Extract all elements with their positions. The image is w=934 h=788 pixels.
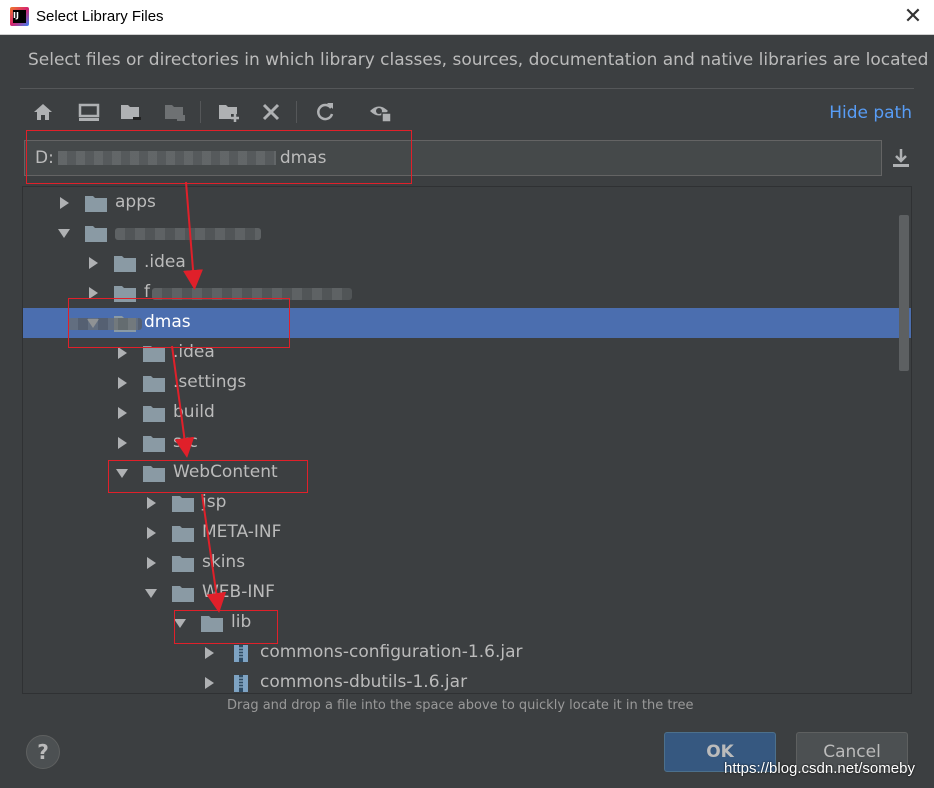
- tree-scrollbar[interactable]: [899, 215, 909, 371]
- toolbar-separator: [200, 101, 201, 123]
- home-button[interactable]: [30, 99, 56, 125]
- tree-row-jar[interactable]: commons-dbutils-1.6.jar: [23, 668, 911, 693]
- annotation-box-project: [68, 298, 290, 348]
- tree-row-folder[interactable]: META-INF: [23, 518, 911, 548]
- project-button[interactable]: [118, 99, 144, 125]
- desktop-icon: [78, 103, 100, 121]
- folder-icon: [85, 196, 107, 212]
- tree-row-folder[interactable]: build: [23, 398, 911, 428]
- collapsed-arrow-icon[interactable]: [57, 196, 71, 210]
- jar-archive-icon: [234, 675, 248, 692]
- tree-row-folder[interactable]: src: [23, 428, 911, 458]
- annotation-box-lib: [174, 610, 278, 644]
- collapsed-arrow-icon[interactable]: [115, 406, 129, 420]
- divider: [20, 88, 914, 89]
- refresh-button[interactable]: [312, 99, 338, 125]
- folder-icon: [85, 226, 107, 242]
- tree-item-label: src: [173, 432, 198, 452]
- collapsed-arrow-icon[interactable]: [86, 256, 100, 270]
- refresh-icon: [317, 103, 334, 121]
- tree-item-label: apps: [115, 192, 156, 212]
- folder-icon: [172, 556, 194, 572]
- watermark: https://blog.csdn.net/someby: [724, 760, 915, 777]
- jar-archive-icon: [234, 645, 248, 662]
- folder-icon: [172, 586, 194, 602]
- module-folder-icon: [165, 105, 185, 121]
- tree-row-folder[interactable]: .idea: [23, 248, 911, 278]
- tree-row-folder[interactable]: .settings: [23, 368, 911, 398]
- tree-row-folder[interactable]: apps: [23, 188, 911, 218]
- new-folder-icon: [219, 105, 239, 122]
- close-button[interactable]: ✕: [900, 4, 926, 30]
- window-title: Select Library Files: [36, 8, 164, 25]
- drag-drop-hint: Drag and drop a file into the space abov…: [227, 698, 694, 713]
- annotation-box-path: [26, 130, 412, 184]
- tree-row-folder[interactable]: [23, 218, 911, 248]
- tree-item-label: WEB-INF: [202, 582, 275, 602]
- toolbar-separator: [296, 101, 297, 123]
- tree-item-label: commons-dbutils-1.6.jar: [260, 672, 468, 692]
- delete-button[interactable]: [258, 99, 284, 125]
- module-button[interactable]: [162, 99, 188, 125]
- tree-row-folder[interactable]: WEB-INF: [23, 578, 911, 608]
- tree-item-label: jsp: [202, 492, 227, 512]
- dialog-description: Select files or directories in which lib…: [28, 50, 929, 70]
- new-folder-button[interactable]: [216, 99, 242, 125]
- show-hidden-button[interactable]: [368, 99, 394, 125]
- tree-item-label: build: [173, 402, 215, 422]
- hide-path-link[interactable]: Hide path: [829, 103, 912, 123]
- collapsed-arrow-icon[interactable]: [144, 526, 158, 540]
- tree-row-folder[interactable]: lib: [23, 608, 911, 638]
- file-tree[interactable]: commons-dbutils-1.6.jar commons-configura…: [22, 186, 912, 694]
- tree-item-label: META-INF: [202, 522, 282, 542]
- tree-item-label: skins: [202, 552, 246, 572]
- collapsed-arrow-icon[interactable]: [115, 436, 129, 450]
- folder-icon: [143, 406, 165, 422]
- tree-item-label: .settings: [173, 372, 247, 392]
- expanded-arrow-icon[interactable]: [144, 586, 158, 600]
- folder-icon: [143, 436, 165, 452]
- redacted-name: [115, 228, 261, 240]
- delete-icon: [262, 103, 280, 121]
- download-icon[interactable]: [890, 146, 912, 170]
- folder-icon: [114, 256, 136, 272]
- collapsed-arrow-icon[interactable]: [115, 346, 129, 360]
- desktop-button[interactable]: [76, 99, 102, 125]
- collapsed-arrow-icon[interactable]: [144, 556, 158, 570]
- expanded-arrow-icon[interactable]: [57, 226, 71, 240]
- tree-item-label: .idea: [144, 252, 186, 272]
- tree-row-jar[interactable]: commons-configuration-1.6.jar: [23, 638, 911, 668]
- collapsed-arrow-icon[interactable]: [115, 376, 129, 390]
- title-bar: Select Library Files ✕: [0, 0, 934, 35]
- tree-row-folder[interactable]: skins: [23, 548, 911, 578]
- home-icon: [34, 104, 52, 120]
- collapsed-arrow-icon[interactable]: [202, 646, 216, 660]
- folder-icon: [172, 526, 194, 542]
- project-folder-icon: [121, 105, 141, 120]
- collapsed-arrow-icon[interactable]: [144, 496, 158, 510]
- annotation-box-webcontent: [108, 460, 308, 493]
- folder-icon: [143, 376, 165, 392]
- collapsed-arrow-icon[interactable]: [202, 676, 216, 690]
- intellij-app-icon: [10, 7, 29, 26]
- help-button[interactable]: ?: [26, 735, 60, 769]
- folder-icon: [172, 496, 194, 512]
- show-hidden-icon: [370, 106, 392, 123]
- tree-item-label: commons-configuration-1.6.jar: [260, 642, 523, 662]
